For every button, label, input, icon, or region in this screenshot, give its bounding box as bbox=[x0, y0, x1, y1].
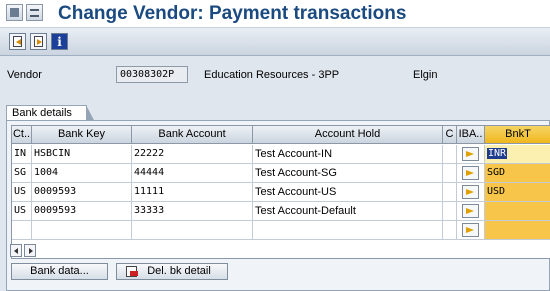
tab-strip: Bank details bbox=[6, 105, 550, 122]
scroll-left-button[interactable] bbox=[10, 244, 22, 257]
cell-account-holder[interactable] bbox=[253, 221, 443, 240]
cell-account-holder[interactable]: Test Account-Default bbox=[253, 202, 443, 221]
col-header-bank-type[interactable]: BnkT bbox=[485, 126, 550, 144]
cell-bank-key[interactable]: HSBCIN bbox=[32, 145, 132, 164]
cell-bank-type[interactable]: SGD bbox=[485, 164, 550, 183]
cell-bank-type[interactable] bbox=[485, 221, 550, 240]
bank-details-table: Ct.. Bank Key Bank Account Account Hold … bbox=[11, 125, 550, 259]
cell-country[interactable]: SG bbox=[12, 164, 32, 183]
cell-c[interactable] bbox=[443, 164, 457, 183]
menu-list-icon[interactable] bbox=[26, 4, 43, 21]
cell-bank-account[interactable] bbox=[132, 221, 253, 240]
vendor-label: Vendor bbox=[7, 69, 42, 81]
iban-button[interactable] bbox=[462, 166, 479, 180]
scroll-right-button[interactable] bbox=[24, 244, 36, 257]
page-title: Change Vendor: Payment transactions bbox=[58, 3, 407, 24]
cell-bank-key[interactable]: 1004 bbox=[32, 164, 132, 183]
table-row: US 0009593 11111 Test Account-US USD bbox=[12, 183, 550, 202]
cell-bank-key[interactable]: 0009593 bbox=[32, 183, 132, 202]
vendor-number-field[interactable]: 00308302P bbox=[116, 66, 188, 83]
delete-bank-detail-button[interactable]: Del. bk detail bbox=[116, 263, 228, 280]
table-row: US 0009593 33333 Test Account-Default bbox=[12, 202, 550, 221]
info-icon: i bbox=[57, 35, 62, 49]
cell-bank-key[interactable]: 0009593 bbox=[32, 202, 132, 221]
cell-bank-account[interactable]: 44444 bbox=[132, 164, 253, 183]
delete-bank-detail-label: Del. bk detail bbox=[147, 265, 211, 277]
cell-c[interactable] bbox=[443, 202, 457, 221]
previous-screen-button[interactable] bbox=[9, 33, 26, 50]
bank-type-value-selected: INR bbox=[487, 148, 508, 159]
cell-country[interactable]: US bbox=[12, 183, 32, 202]
info-button[interactable]: i bbox=[51, 33, 68, 50]
cell-iban bbox=[457, 164, 485, 183]
application-toolbar: i bbox=[0, 28, 550, 56]
col-header-c[interactable]: C bbox=[443, 126, 457, 144]
main-area: Vendor 00308302P Education Resources - 3… bbox=[0, 57, 550, 291]
cell-bank-type[interactable]: USD bbox=[485, 183, 550, 202]
tab-bank-details[interactable]: Bank details bbox=[6, 105, 95, 122]
col-header-bank-account[interactable]: Bank Account bbox=[132, 126, 253, 144]
table-row: IN HSBCIN 22222 Test Account-IN INR bbox=[12, 145, 550, 164]
system-menu-icon[interactable] bbox=[6, 4, 23, 21]
arrow-left-icon bbox=[16, 39, 21, 45]
cell-bank-account[interactable]: 33333 bbox=[132, 202, 253, 221]
col-header-account-holder[interactable]: Account Hold bbox=[253, 126, 443, 144]
cell-iban bbox=[457, 145, 485, 164]
cell-country[interactable]: US bbox=[12, 202, 32, 221]
iban-button[interactable] bbox=[462, 204, 479, 218]
arrow-right-icon bbox=[466, 170, 474, 176]
col-header-country[interactable]: Ct.. bbox=[12, 126, 32, 144]
cell-country[interactable] bbox=[12, 221, 32, 240]
arrow-right-icon bbox=[466, 189, 474, 195]
title-bar: Change Vendor: Payment transactions bbox=[0, 0, 550, 28]
cell-bank-type[interactable]: INR bbox=[485, 145, 550, 164]
cell-iban bbox=[457, 202, 485, 221]
table-row: SG 1004 44444 Test Account-SG SGD bbox=[12, 164, 550, 183]
iban-button[interactable] bbox=[462, 223, 479, 237]
table-row bbox=[12, 221, 550, 240]
next-screen-button[interactable] bbox=[30, 33, 47, 50]
iban-button[interactable] bbox=[462, 185, 479, 199]
cell-country[interactable]: IN bbox=[12, 145, 32, 164]
cell-account-holder[interactable]: Test Account-IN bbox=[253, 145, 443, 164]
vendor-name: Education Resources - 3PP bbox=[204, 69, 340, 81]
arrow-right-icon bbox=[466, 227, 474, 233]
col-header-iban[interactable]: IBA.. bbox=[457, 126, 485, 144]
cell-c[interactable] bbox=[443, 221, 457, 240]
cell-bank-account[interactable]: 22222 bbox=[132, 145, 253, 164]
cell-account-holder[interactable]: Test Account-US bbox=[253, 183, 443, 202]
triangle-right-icon bbox=[29, 248, 33, 254]
vendor-city: Elgin bbox=[413, 69, 438, 81]
bank-data-button[interactable]: Bank data... bbox=[11, 263, 108, 280]
arrow-right-icon bbox=[466, 151, 474, 157]
cell-bank-key[interactable] bbox=[32, 221, 132, 240]
cell-bank-type[interactable] bbox=[485, 202, 550, 221]
cell-iban bbox=[457, 221, 485, 240]
iban-button[interactable] bbox=[462, 147, 479, 161]
cell-c[interactable] bbox=[443, 183, 457, 202]
cell-account-holder[interactable]: Test Account-SG bbox=[253, 164, 443, 183]
cell-iban bbox=[457, 183, 485, 202]
cell-c[interactable] bbox=[443, 145, 457, 164]
delete-row-icon bbox=[126, 266, 138, 277]
col-header-bank-key[interactable]: Bank Key bbox=[32, 126, 132, 144]
triangle-left-icon bbox=[14, 248, 18, 254]
cell-bank-account[interactable]: 11111 bbox=[132, 183, 253, 202]
arrow-right-icon bbox=[466, 208, 474, 214]
arrow-right-icon bbox=[37, 39, 42, 45]
